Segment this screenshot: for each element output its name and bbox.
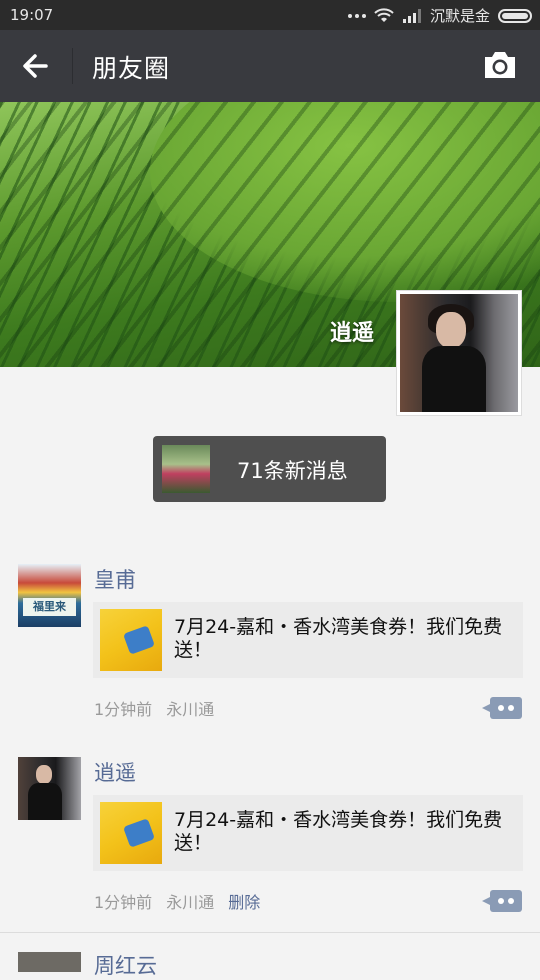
more-dots-icon <box>347 13 366 18</box>
comment-icon[interactable] <box>482 890 522 912</box>
post-source[interactable]: 永川通 <box>166 696 214 720</box>
back-arrow-icon[interactable] <box>16 46 56 86</box>
delete-link[interactable]: 删除 <box>228 889 260 913</box>
status-right: 沉默是金 <box>347 5 532 26</box>
new-messages-label: 71条新消息 <box>237 459 348 483</box>
post-meta: 1分钟前 永川通 <box>94 696 214 720</box>
status-time: 19:07 <box>10 6 54 24</box>
profile-avatar[interactable] <box>396 290 522 416</box>
new-messages-avatar <box>162 445 210 493</box>
wifi-icon <box>374 7 394 22</box>
post-source[interactable]: 永川通 <box>166 889 214 913</box>
shared-link-card[interactable]: 7月24-嘉和・香水湾美食券！我们免费送！ <box>93 795 523 871</box>
post-author[interactable]: 周红云 <box>94 950 157 980</box>
avatar[interactable] <box>18 757 81 820</box>
profile-name[interactable]: 逍遥 <box>330 315 374 347</box>
shared-link-thumbnail <box>100 609 162 671</box>
avatar[interactable]: 福里来 <box>18 564 81 627</box>
camera-icon[interactable] <box>482 48 518 82</box>
shared-link-card[interactable]: 7月24-嘉和・香水湾美食券！我们免费送！ <box>93 602 523 678</box>
carrier-name: 沉默是金 <box>429 7 490 25</box>
comment-icon[interactable] <box>482 697 522 719</box>
shared-link-title: 7月24-嘉和・香水湾美食券！我们免费送！ <box>174 809 503 854</box>
shared-link-title: 7月24-嘉和・香水湾美食券！我们免费送！ <box>174 616 503 661</box>
shared-link-thumbnail <box>100 802 162 864</box>
avatar-sign-text: 福里来 <box>23 598 76 616</box>
post-author[interactable]: 逍遥 <box>94 757 136 787</box>
page-title: 朋友圈 <box>92 54 171 83</box>
post-divider <box>0 932 540 933</box>
post-time: 1分钟前 <box>94 893 153 912</box>
new-messages-button[interactable]: 71条新消息 <box>153 436 386 502</box>
post-time: 1分钟前 <box>94 700 153 719</box>
post-author[interactable]: 皇甫 <box>94 564 136 594</box>
status-bar: 19:07 沉默是金 <box>0 0 540 30</box>
battery-icon <box>498 8 532 23</box>
post-meta: 1分钟前 永川通 删除 <box>94 889 260 913</box>
nav-divider <box>72 48 73 84</box>
signal-icon <box>402 8 421 23</box>
navigation-bar: 朋友圈 <box>0 30 540 102</box>
avatar[interactable] <box>18 952 81 972</box>
